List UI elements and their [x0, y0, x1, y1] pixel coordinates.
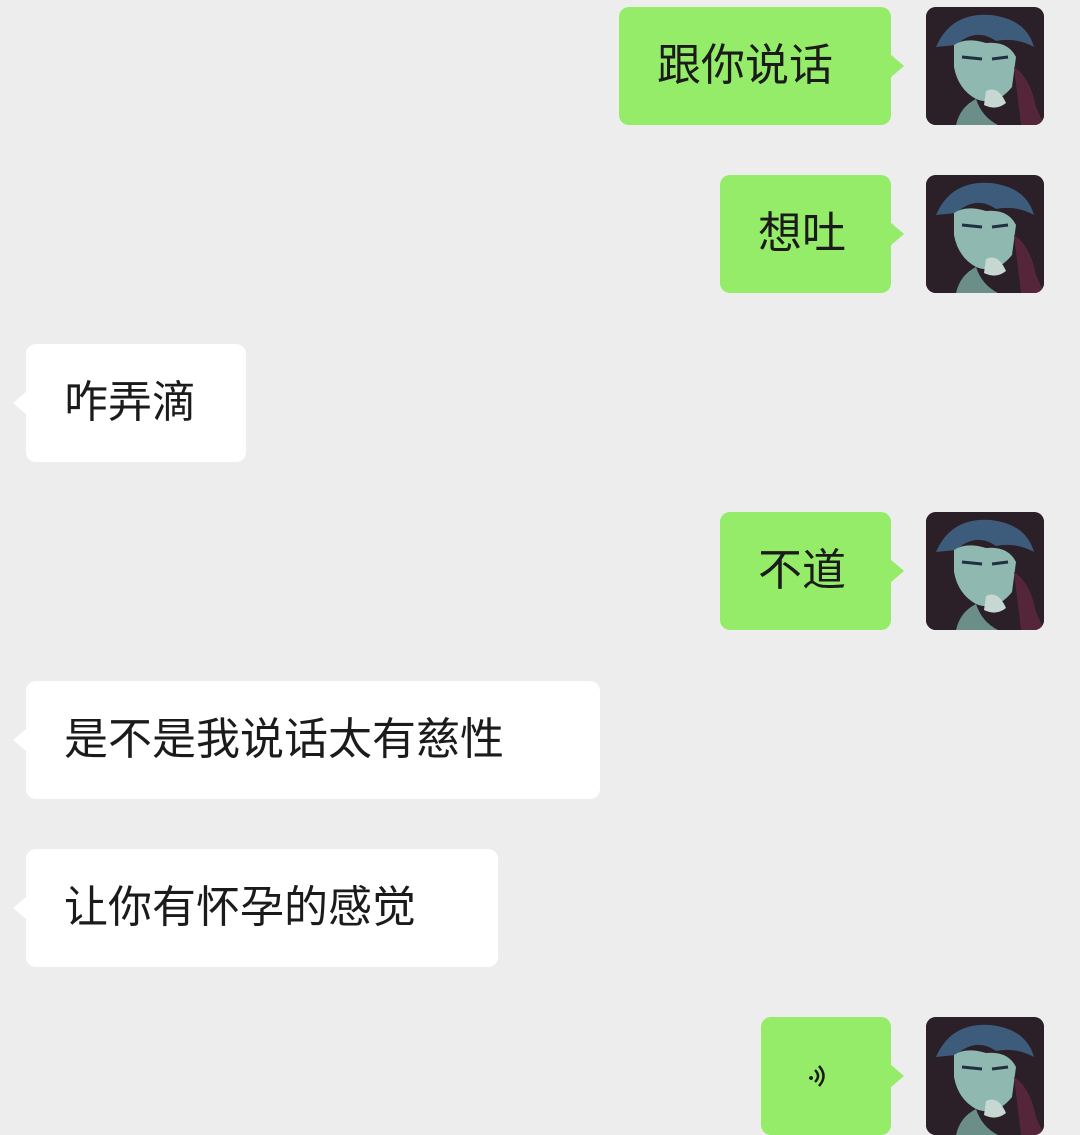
other-message-bubble[interactable]: 让你有怀孕的感觉: [13, 849, 498, 967]
message-row: [0, 1017, 1080, 1135]
avatar-image: [926, 7, 1044, 125]
avatar[interactable]: [926, 7, 1044, 125]
voice-wave-icon: [809, 1065, 825, 1087]
my-message-bubble[interactable]: 想吐: [720, 175, 904, 293]
avatar-image: [926, 175, 1044, 293]
other-message-bubble[interactable]: 是不是我说话太有慈性: [13, 681, 600, 799]
avatar-image: [926, 1017, 1044, 1135]
message-row: 咋弄滴: [0, 344, 1080, 464]
my-message-bubble[interactable]: 不道: [720, 512, 904, 630]
message-row: 是不是我说话太有慈性: [0, 681, 1080, 801]
other-message-bubble[interactable]: 咋弄滴: [13, 344, 246, 462]
message-row: 不道: [0, 512, 1080, 632]
avatar[interactable]: [926, 1017, 1044, 1135]
avatar[interactable]: [926, 175, 1044, 293]
message-row: 让你有怀孕的感觉: [0, 849, 1080, 969]
avatar-image: [926, 512, 1044, 630]
voice-message-bubble[interactable]: [761, 1017, 904, 1135]
avatar[interactable]: [926, 512, 1044, 630]
my-message-bubble[interactable]: 跟你说话: [619, 7, 904, 125]
message-row: 跟你说话: [0, 7, 1080, 127]
message-row: 想吐: [0, 175, 1080, 295]
chat-window: 跟你说话 想吐 咋弄滴 不道 是不是我说话太有慈性 让你有怀孕的感觉: [0, 0, 1080, 1135]
